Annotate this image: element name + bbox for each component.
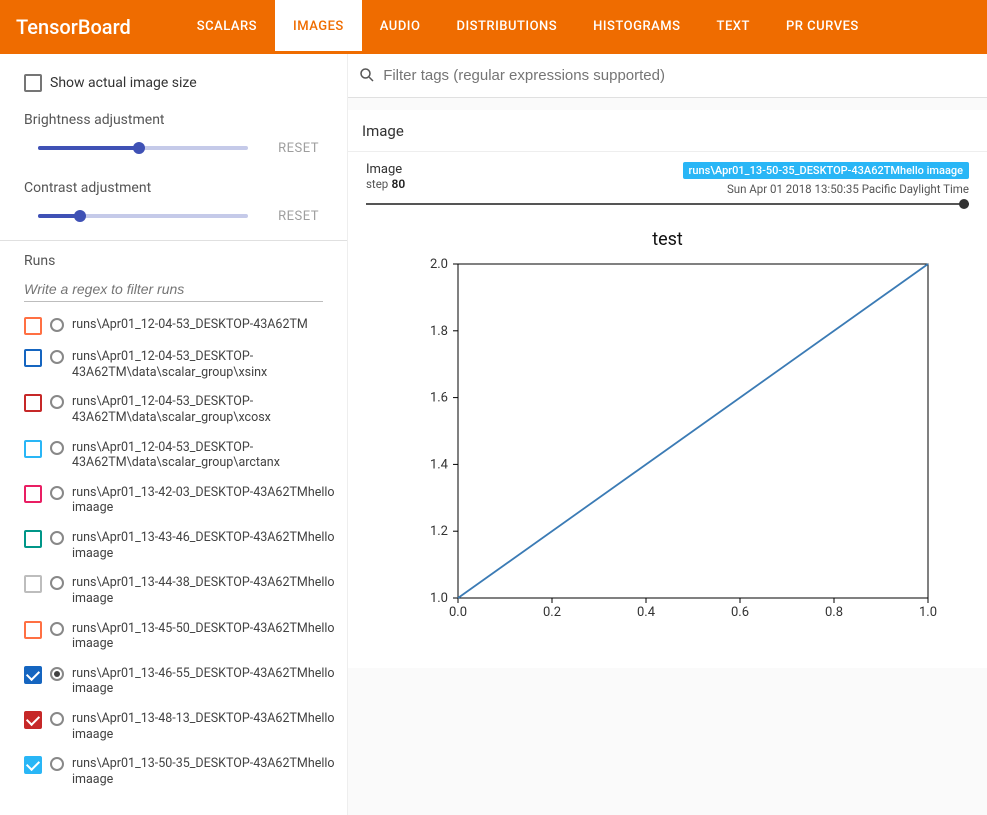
run-checkbox[interactable] [24, 349, 42, 367]
svg-text:1.0: 1.0 [429, 591, 447, 606]
contrast-label: Contrast adjustment [0, 164, 347, 200]
contrast-slider[interactable] [38, 206, 248, 226]
run-tag-pill: runs\Apr01_13-50-35_DESKTOP-43A62TMhello… [683, 162, 969, 179]
run-row: runs\Apr01_12-04-53_DESKTOP-43A62TM\data… [24, 387, 335, 432]
run-label: runs\Apr01_12-04-53_DESKTOP-43A62TM\data… [72, 394, 335, 425]
run-checkbox[interactable] [24, 317, 42, 335]
run-row: runs\Apr01_12-04-53_DESKTOP-43A62TM\data… [24, 433, 335, 478]
brightness-reset-button[interactable]: RESET [278, 141, 319, 156]
svg-text:0.4: 0.4 [636, 605, 655, 620]
main-area: Image Image step 80 runs\Apr01_13-50-35_… [348, 54, 987, 815]
run-row: runs\Apr01_12-04-53_DESKTOP-43A62TM\data… [24, 342, 335, 387]
run-label: runs\Apr01_12-04-53_DESKTOP-43A62TM\data… [72, 349, 335, 380]
run-label: runs\Apr01_12-04-53_DESKTOP-43A62TM [72, 317, 308, 333]
runs-filter-input[interactable] [24, 277, 323, 302]
run-label: runs\Apr01_13-48-13_DESKTOP-43A62TMhello… [72, 711, 335, 742]
run-radio[interactable] [50, 441, 64, 455]
brand: TensorBoard [16, 15, 131, 39]
step-scrubber[interactable] [366, 197, 969, 211]
run-row: runs\Apr01_13-46-55_DESKTOP-43A62TMhello… [24, 659, 335, 704]
tab-pr-curves[interactable]: PR CURVES [768, 0, 877, 54]
run-radio[interactable] [50, 622, 64, 636]
run-radio[interactable] [50, 667, 64, 681]
image-card: Image step 80 runs\Apr01_13-50-35_DESKTO… [348, 152, 987, 668]
run-label: runs\Apr01_13-44-38_DESKTOP-43A62TMhello… [72, 575, 335, 606]
tab-audio[interactable]: AUDIO [362, 0, 439, 54]
run-radio[interactable] [50, 395, 64, 409]
tab-distributions[interactable]: DISTRIBUTIONS [438, 0, 575, 54]
run-checkbox[interactable] [24, 440, 42, 458]
run-checkbox[interactable] [24, 394, 42, 412]
run-radio[interactable] [50, 757, 64, 771]
svg-text:1.2: 1.2 [429, 524, 447, 539]
svg-text:1.6: 1.6 [429, 391, 447, 406]
svg-text:0.8: 0.8 [824, 605, 842, 620]
run-row: runs\Apr01_13-44-38_DESKTOP-43A62TMhello… [24, 568, 335, 613]
run-label: runs\Apr01_13-46-55_DESKTOP-43A62TMhello… [72, 666, 335, 697]
run-row: runs\Apr01_13-48-13_DESKTOP-43A62TMhello… [24, 704, 335, 749]
chart-image: 0.0 0.2 0.4 0.6 0.8 1.0 1.0 1.2 1.4 1.6 1.8 2.0 [398, 254, 938, 634]
run-checkbox[interactable] [24, 530, 42, 548]
panel-title-bar[interactable]: Image [348, 110, 987, 152]
tab-scalars[interactable]: SCALARS [179, 0, 275, 54]
run-row: runs\Apr01_13-50-35_DESKTOP-43A62TMhello… [24, 749, 335, 794]
run-label: runs\Apr01_13-43-46_DESKTOP-43A62TMhello… [72, 530, 335, 561]
panel-title: Image [362, 122, 404, 140]
step-label: step [366, 177, 388, 191]
run-checkbox[interactable] [24, 666, 42, 684]
run-radio[interactable] [50, 531, 64, 545]
run-label: runs\Apr01_12-04-53_DESKTOP-43A62TM\data… [72, 440, 335, 471]
run-row: runs\Apr01_13-42-03_DESKTOP-43A62TMhello… [24, 478, 335, 523]
run-checkbox[interactable] [24, 756, 42, 774]
run-row: runs\Apr01_12-04-53_DESKTOP-43A62TM [24, 310, 335, 342]
run-row: runs\Apr01_13-45-50_DESKTOP-43A62TMhello… [24, 614, 335, 659]
run-row: runs\Apr01_13-43-46_DESKTOP-43A62TMhello… [24, 523, 335, 568]
run-label: runs\Apr01_13-42-03_DESKTOP-43A62TMhello… [72, 485, 335, 516]
tag-filter-input[interactable] [383, 67, 977, 84]
run-radio[interactable] [50, 486, 64, 500]
tab-images[interactable]: IMAGES [275, 0, 362, 54]
show-actual-image-size-toggle[interactable]: Show actual image size [0, 66, 347, 96]
chart-title: test [398, 229, 938, 250]
svg-text:0.2: 0.2 [542, 605, 560, 620]
run-label: runs\Apr01_13-45-50_DESKTOP-43A62TMhello… [72, 621, 335, 652]
search-icon [358, 66, 377, 86]
run-radio[interactable] [50, 576, 64, 590]
timestamp: Sun Apr 01 2018 13:50:35 Pacific Dayligh… [683, 182, 969, 196]
run-checkbox[interactable] [24, 575, 42, 593]
step-value: 80 [392, 177, 406, 191]
image-title: Image [366, 162, 405, 177]
svg-text:1.8: 1.8 [429, 324, 447, 339]
svg-text:1.4: 1.4 [429, 457, 448, 472]
tab-histograms[interactable]: HISTOGRAMS [575, 0, 698, 54]
run-radio[interactable] [50, 318, 64, 332]
svg-text:1.0: 1.0 [918, 605, 936, 620]
show-actual-image-size-label: Show actual image size [50, 75, 197, 91]
svg-text:0.6: 0.6 [730, 605, 748, 620]
run-radio[interactable] [50, 350, 64, 364]
contrast-reset-button[interactable]: RESET [278, 209, 319, 224]
runs-list: runs\Apr01_12-04-53_DESKTOP-43A62TM runs\… [0, 302, 347, 795]
run-label: runs\Apr01_13-50-35_DESKTOP-43A62TMhello… [72, 756, 335, 787]
app-header: TensorBoard SCALARSIMAGESAUDIODISTRIBUTI… [0, 0, 987, 54]
runs-title: Runs [0, 253, 347, 277]
run-checkbox[interactable] [24, 485, 42, 503]
sidebar: Show actual image size Brightness adjust… [0, 54, 348, 815]
header-tabs: SCALARSIMAGESAUDIODISTRIBUTIONSHISTOGRAM… [179, 0, 877, 54]
run-radio[interactable] [50, 712, 64, 726]
tab-text[interactable]: TEXT [699, 0, 768, 54]
brightness-label: Brightness adjustment [0, 96, 347, 132]
run-checkbox[interactable] [24, 711, 42, 729]
run-checkbox[interactable] [24, 621, 42, 639]
checkbox-icon [24, 74, 42, 92]
svg-text:2.0: 2.0 [429, 257, 447, 272]
brightness-slider[interactable] [38, 138, 248, 158]
svg-text:0.0: 0.0 [448, 605, 466, 620]
